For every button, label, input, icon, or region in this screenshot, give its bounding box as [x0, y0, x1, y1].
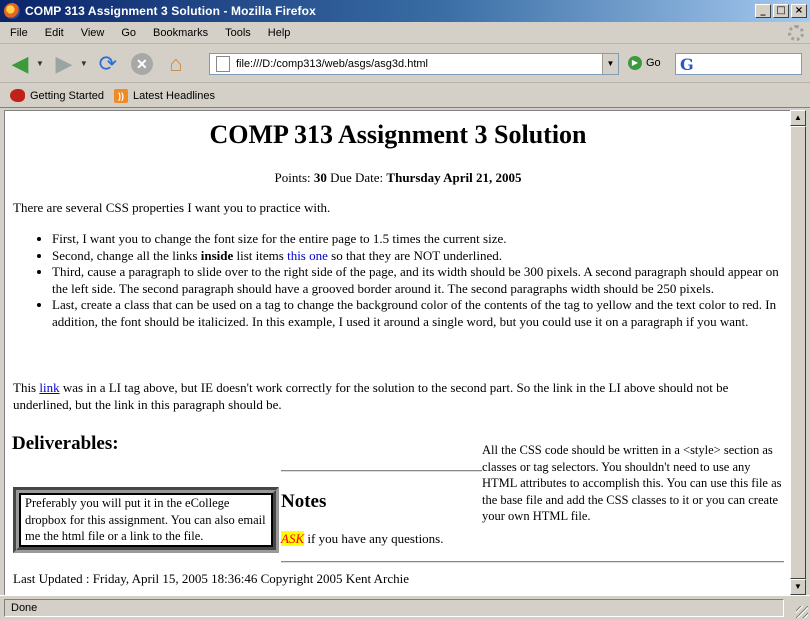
points-label: Points:	[274, 170, 311, 185]
item2-text-c: list items	[233, 247, 288, 263]
back-arrow-icon[interactable]: ◀	[6, 50, 34, 78]
due-label: Due Date:	[330, 170, 384, 185]
firefox-icon	[4, 3, 20, 19]
scroll-thumb[interactable]	[790, 126, 806, 579]
go-button[interactable]: ▶ Go	[628, 56, 661, 70]
forward-arrow-icon[interactable]: ▶	[50, 50, 78, 78]
menu-edit[interactable]: Edit	[35, 27, 71, 39]
last-updated: Last Updated : Friday, April 15, 2005 18…	[13, 571, 409, 586]
home-icon[interactable]: ⌂	[162, 50, 190, 78]
list-item: Second, change all the links inside list…	[52, 248, 782, 265]
scroll-up-icon[interactable]: ▲	[790, 110, 806, 126]
bookmark-latest-headlines[interactable]: )) Latest Headlines	[114, 88, 215, 103]
divider	[281, 470, 482, 472]
scroll-down-icon[interactable]: ▼	[790, 579, 806, 595]
firefox-bookmark-icon	[10, 89, 25, 102]
go-arrow-icon: ▶	[628, 56, 642, 70]
ask-highlight: ASK	[281, 531, 305, 546]
menu-view[interactable]: View	[71, 27, 112, 39]
item2-text-a: Second, change all the links	[52, 247, 201, 263]
points-line: Points: 30 Due Date: Thursday April 21, …	[5, 170, 790, 187]
menu-bar: File Edit View Go Bookmarks Tools Help	[0, 22, 810, 44]
page-title: COMP 313 Assignment 3 Solution	[209, 120, 587, 149]
url-input[interactable]	[236, 58, 602, 70]
item2-bold: inside	[200, 247, 234, 263]
menu-file[interactable]: File	[0, 27, 35, 39]
paragraph-link[interactable]: link	[39, 380, 59, 395]
right-floated-paragraph: All the CSS code should be written in a …	[482, 443, 782, 523]
list-item: First, I want you to change the font siz…	[52, 231, 782, 248]
divider	[281, 561, 784, 563]
minimize-button[interactable]: _	[755, 4, 771, 18]
close-button[interactable]: ×	[791, 4, 807, 18]
deliverables-heading: Deliverables:	[12, 433, 119, 454]
ask-paragraph: ASK if you have any questions.	[281, 531, 444, 548]
resize-grip-icon[interactable]	[796, 606, 808, 618]
grooved-paragraph: Preferably you will put it in the eColle…	[13, 487, 279, 553]
forward-history-dropdown-icon[interactable]: ▼	[80, 59, 88, 68]
reload-icon[interactable]: ⟳	[94, 50, 122, 78]
menu-go[interactable]: Go	[111, 27, 143, 39]
window-controls: _ □ ×	[755, 4, 807, 18]
search-bar[interactable]: G	[675, 53, 802, 75]
stop-icon: ✕	[130, 52, 153, 75]
stop-button[interactable]: ✕	[128, 50, 156, 78]
back-history-dropdown-icon[interactable]: ▼	[36, 59, 44, 68]
menu-tools[interactable]: Tools	[215, 27, 258, 39]
notes-heading: Notes	[281, 491, 327, 512]
para-text-b: was in a LI tag above, but IE doesn't wo…	[13, 380, 729, 412]
content-viewport: COMP 313 Assignment 3 Solution Points: 3…	[4, 110, 790, 595]
page-icon	[216, 56, 230, 72]
status-text: Done	[4, 599, 784, 617]
list-item: Last, create a class that can be used on…	[52, 297, 782, 330]
navigation-toolbar: ◀ ▼ ▶ ▼ ⟳ ✕ ⌂ ▼ ▶ Go G	[0, 45, 810, 83]
rss-feed-icon: ))	[114, 88, 128, 103]
go-label: Go	[646, 57, 661, 69]
url-dropdown-icon[interactable]: ▼	[602, 54, 618, 74]
maximize-button[interactable]: □	[773, 4, 789, 18]
item2-text-d: so that they are NOT underlined.	[327, 247, 503, 263]
search-input[interactable]	[697, 58, 788, 70]
menu-bookmarks[interactable]: Bookmarks	[143, 27, 215, 39]
vertical-scrollbar[interactable]: ▲ ▼	[790, 110, 806, 595]
bookmark-label: Latest Headlines	[133, 89, 215, 102]
url-bar[interactable]: ▼	[209, 53, 619, 75]
para-text-a: This	[13, 380, 40, 395]
title-bar: COMP 313 Assignment 3 Solution - Mozilla…	[0, 0, 810, 22]
web-page: COMP 313 Assignment 3 Solution Points: 3…	[5, 111, 790, 595]
status-bar: Done	[0, 595, 810, 620]
ask-rest: if you have any questions.	[304, 531, 444, 546]
intro-paragraph: There are several CSS properties I want …	[13, 200, 331, 215]
task-list: First, I want you to change the font siz…	[52, 231, 782, 330]
bookmark-label: Getting Started	[30, 89, 104, 102]
bookmark-getting-started[interactable]: Getting Started	[10, 89, 104, 102]
menu-help[interactable]: Help	[258, 27, 298, 39]
list-item: Third, cause a paragraph to slide over t…	[52, 264, 782, 297]
link-paragraph: This link was in a LI tag above, but IE …	[13, 380, 783, 413]
this-one-link[interactable]: this one	[287, 248, 328, 263]
window-title: COMP 313 Assignment 3 Solution - Mozilla…	[25, 4, 316, 18]
google-icon[interactable]: G	[680, 55, 694, 74]
points-value: 30	[313, 170, 327, 185]
due-value: Thursday April 21, 2005	[386, 170, 522, 185]
throbber-icon	[788, 25, 804, 41]
bookmarks-toolbar: Getting Started )) Latest Headlines	[0, 84, 810, 108]
